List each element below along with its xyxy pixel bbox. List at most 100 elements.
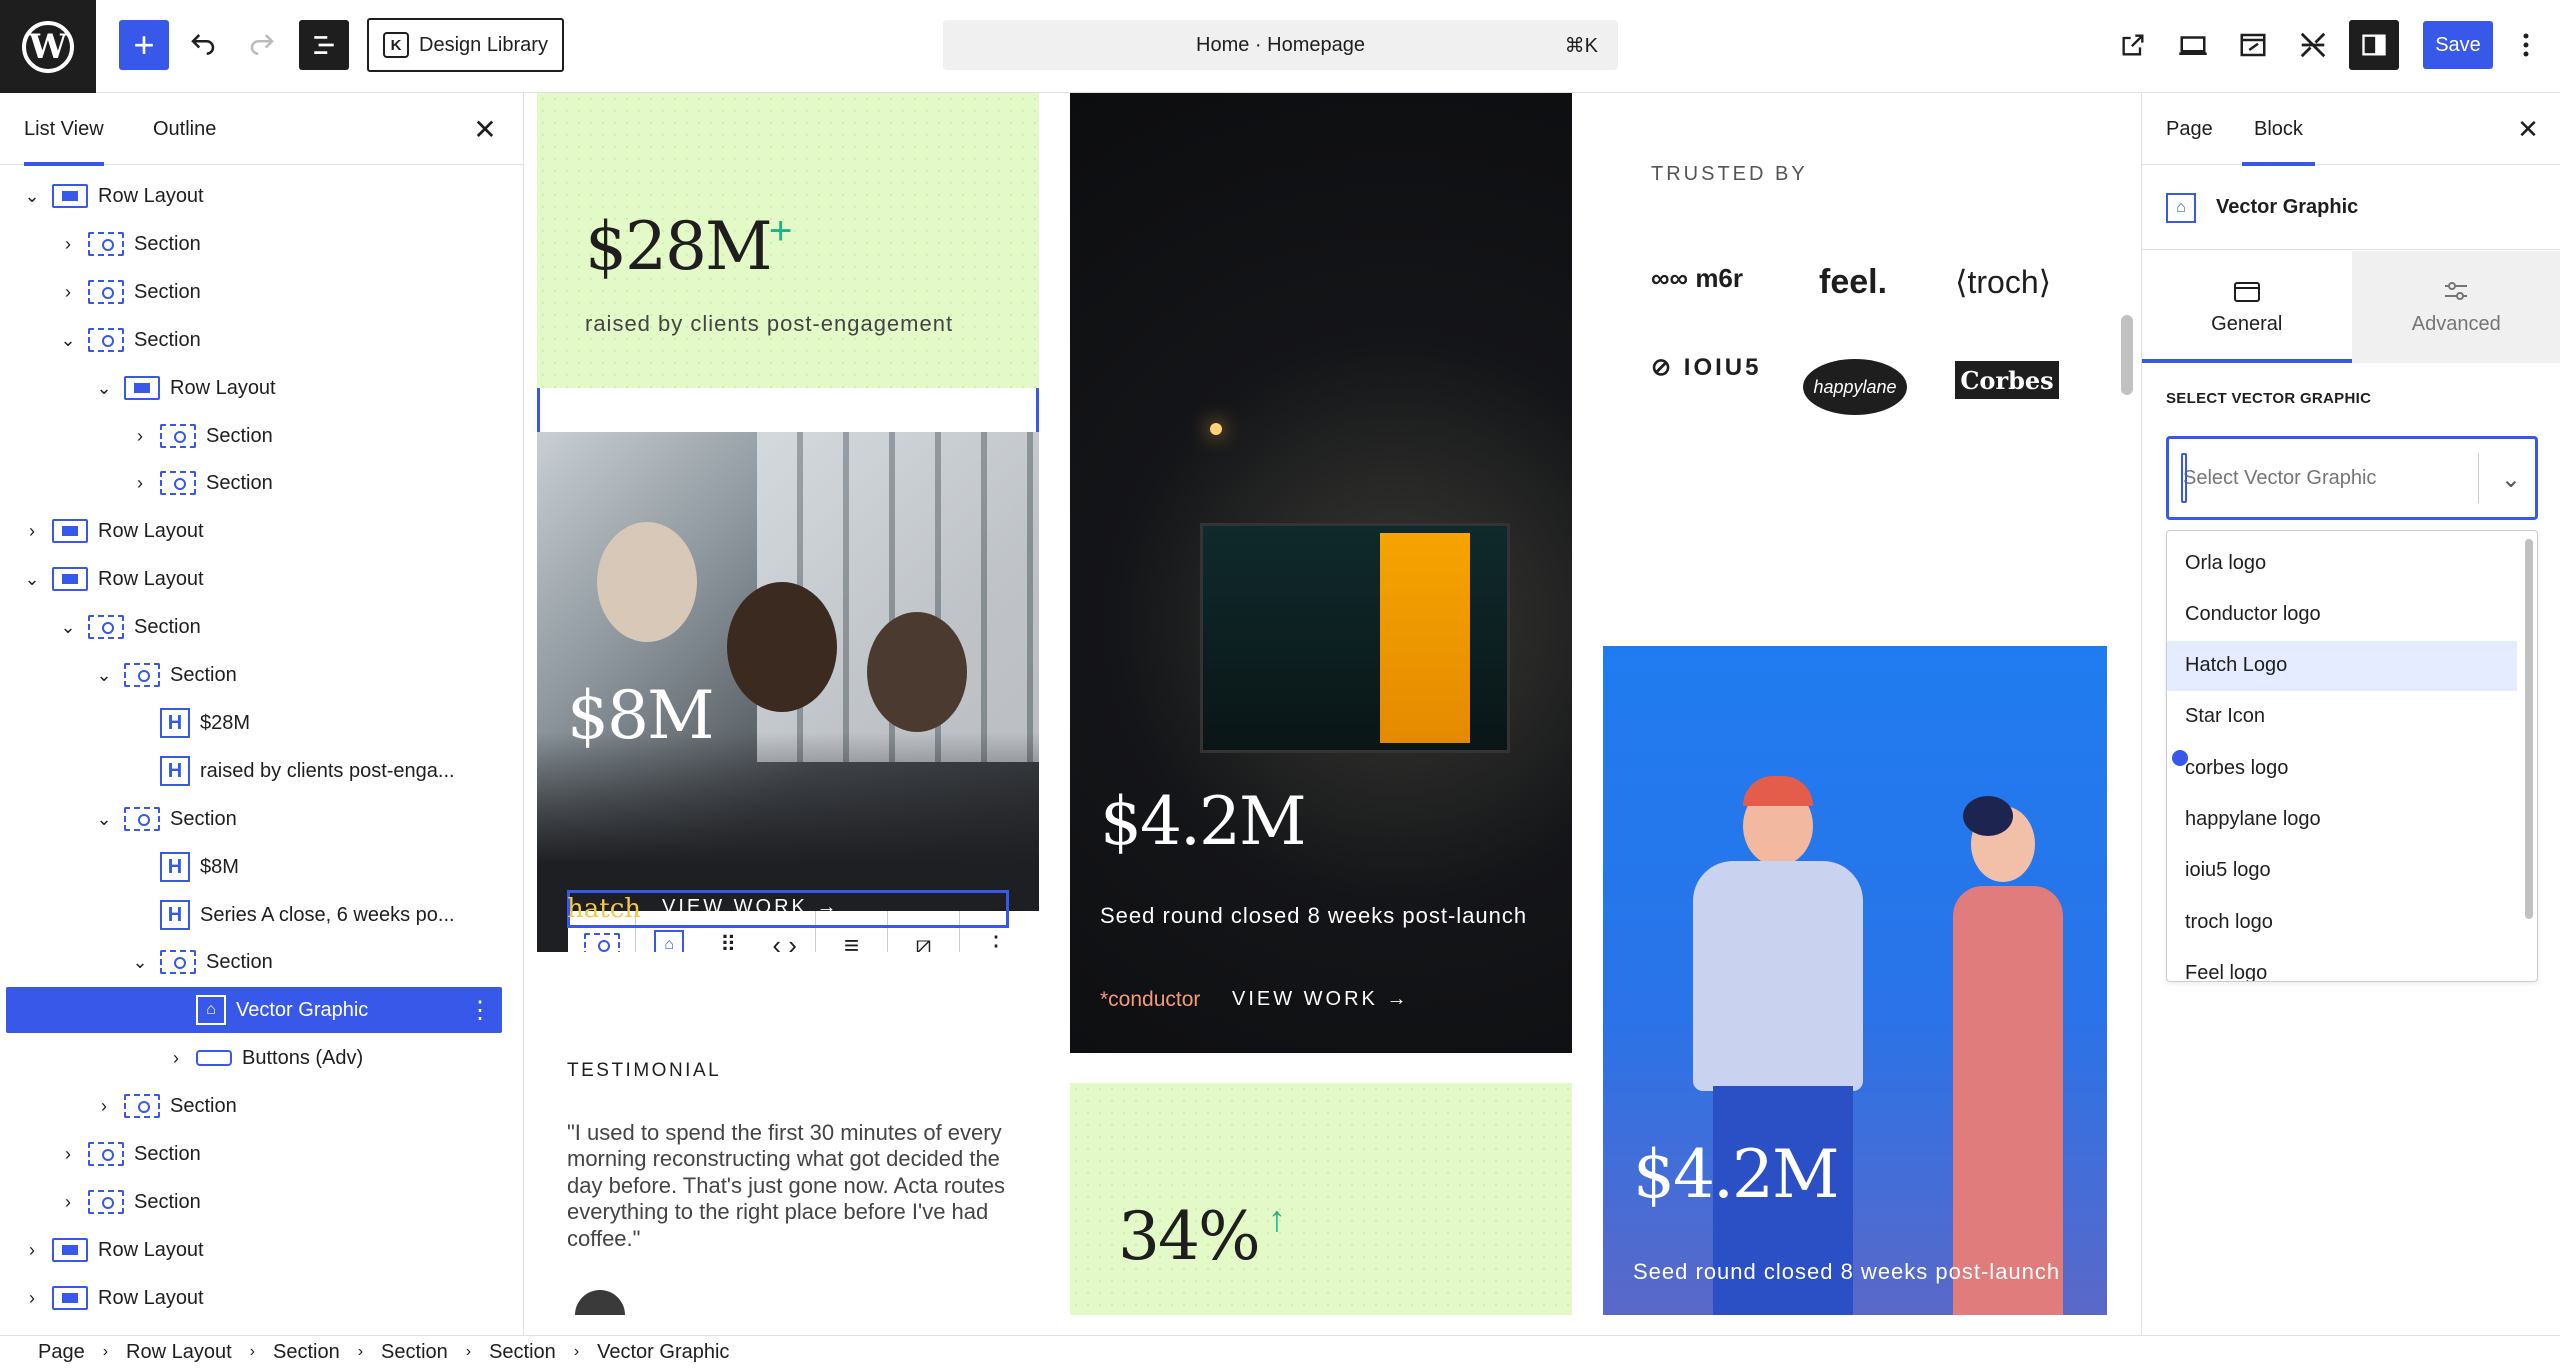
list-view-item[interactable]: Hraised by clients post-enga...	[6, 748, 502, 794]
close-list-view-button[interactable]: ✕	[467, 111, 503, 147]
chevron-down-icon[interactable]: ⌄	[94, 378, 114, 398]
chevron-right-icon[interactable]: ›	[58, 1144, 78, 1164]
stat-card-28m[interactable]: $28M + raised by clients post-engagement	[537, 93, 1039, 388]
tab-page[interactable]: Page	[2166, 93, 2213, 165]
select-option[interactable]: Orla logo	[2167, 538, 2517, 588]
drag-handle-icon[interactable]: ⠿	[720, 932, 736, 952]
kadence-controls-button[interactable]	[2288, 20, 2338, 70]
breadcrumb-item[interactable]: Row Layout	[126, 1341, 232, 1364]
list-view-item[interactable]: ⌄ Section	[6, 317, 502, 363]
move-left-right-icon[interactable]: ‹ ›	[772, 930, 797, 953]
view-work-link[interactable]: VIEW WORK →	[662, 896, 839, 919]
illustration-card[interactable]: $4.2M Seed round closed 8 weeks post-lau…	[1603, 646, 2107, 1315]
item-options-icon[interactable]: ⋮	[468, 996, 492, 1025]
select-option[interactable]: Star Icon	[2167, 692, 2517, 742]
breadcrumb-item[interactable]: Section	[489, 1341, 556, 1364]
chevron-down-icon[interactable]: ⌄	[94, 809, 114, 829]
list-view-item[interactable]: › Section	[6, 269, 502, 315]
stat-card-34[interactable]: 34% ↑	[1070, 1083, 1572, 1315]
document-overview-button[interactable]	[299, 20, 349, 70]
options-menu-button[interactable]	[2501, 20, 2551, 70]
chevron-down-icon[interactable]: ⌄	[22, 186, 42, 206]
select-option[interactable]: Hatch Logo	[2167, 640, 2517, 691]
list-view-item[interactable]: ⌄ Row Layout	[6, 365, 502, 411]
chevron-down-icon[interactable]: ⌄	[58, 330, 78, 350]
list-view-item[interactable]: › Section	[6, 1179, 502, 1225]
list-view-item[interactable]: H $28M	[6, 700, 502, 746]
chevron-right-icon[interactable]: ›	[58, 282, 78, 302]
select-option[interactable]: Conductor logo	[2167, 589, 2517, 639]
tab-block[interactable]: Block	[2242, 93, 2315, 166]
block-icon	[196, 1050, 232, 1066]
block-card: ⌂ Vector Graphic	[2142, 166, 2560, 250]
chevron-right-icon[interactable]: ›	[130, 473, 150, 493]
save-button[interactable]: Save	[2423, 21, 2493, 69]
list-view-item[interactable]: ⌄ Row Layout	[6, 173, 502, 219]
chevron-down-icon[interactable]: ⌄	[94, 665, 114, 685]
style-book-button[interactable]	[2228, 20, 2278, 70]
chevron-right-icon[interactable]: ›	[58, 234, 78, 254]
select-option[interactable]: troch logo	[2167, 897, 2517, 947]
breadcrumb-item[interactable]: Page	[38, 1341, 85, 1364]
list-view-item[interactable]: ⌄ Section	[6, 939, 502, 985]
chevron-right-icon[interactable]: ›	[22, 1288, 42, 1308]
list-view-item[interactable]: ⌄ Row Layout	[6, 556, 502, 602]
breadcrumb-item[interactable]: Section	[273, 1341, 340, 1364]
chevron-right-icon[interactable]: ›	[130, 426, 150, 446]
select-option[interactable]: happylane logo	[2167, 795, 2517, 845]
list-view-item[interactable]: › Buttons (Adv)	[6, 1035, 502, 1081]
list-view-item[interactable]: › Section	[6, 221, 502, 267]
view-work-link[interactable]: VIEW WORK →	[1232, 988, 1409, 1011]
chevron-right-icon[interactable]: ›	[58, 1192, 78, 1212]
list-view-item[interactable]: › Section	[6, 1131, 502, 1177]
list-view-item[interactable]: H Series A close, 6 weeks po...	[6, 892, 502, 938]
chevron-down-icon[interactable]: ⌄	[22, 569, 42, 589]
list-view-item[interactable]: › Section	[6, 413, 502, 459]
chevron-right-icon[interactable]: ›	[22, 521, 42, 541]
chevron-down-icon[interactable]: ⌄	[2501, 465, 2521, 494]
undo-button[interactable]	[178, 20, 228, 70]
design-library-button[interactable]: K Design Library	[367, 18, 564, 72]
tab-general[interactable]: General	[2142, 251, 2352, 363]
section-block-icon	[124, 663, 160, 687]
list-view-item[interactable]: › Section	[6, 1083, 502, 1129]
chevron-right-icon[interactable]: ›	[22, 1240, 42, 1260]
dropdown-scrollbar[interactable]	[2525, 539, 2533, 919]
wordpress-logo-button[interactable]: W	[0, 0, 96, 93]
select-option[interactable]: Feel logo	[2167, 948, 2517, 981]
bus-stop-photo-card[interactable]: $4.2M Seed round closed 8 weeks post-lau…	[1070, 93, 1572, 1053]
settings-sidebar-toggle[interactable]	[2349, 20, 2399, 70]
add-block-button[interactable]: +	[119, 20, 169, 70]
list-view-item[interactable]: ⌂ Vector Graphic ⋮	[6, 987, 502, 1033]
list-view-item[interactable]: › Row Layout	[6, 508, 502, 554]
vector-graphic-select[interactable]: Select Vector Graphic ⌄	[2166, 436, 2538, 520]
chevron-down-icon[interactable]: ⌄	[58, 617, 78, 637]
tab-advanced[interactable]: Advanced	[2351, 251, 2560, 363]
select-option[interactable]: ioiu5 logo	[2167, 846, 2517, 896]
chevron-right-icon[interactable]: ›	[166, 1048, 186, 1068]
list-view-item[interactable]: H $8M	[6, 844, 502, 890]
chevron-right-icon[interactable]: ›	[94, 1096, 114, 1116]
chevron-down-icon[interactable]: ⌄	[130, 952, 150, 972]
list-view-item[interactable]: › Row Layout	[6, 1227, 502, 1273]
view-page-button[interactable]	[2108, 20, 2158, 70]
tab-outline[interactable]: Outline	[153, 93, 216, 165]
breadcrumb-item[interactable]: Vector Graphic	[597, 1341, 729, 1364]
canvas-vertical-scrollbar[interactable]	[2121, 315, 2133, 395]
breadcrumb-item[interactable]: Section	[381, 1341, 448, 1364]
list-view-item[interactable]: › Row Layout	[6, 1275, 502, 1321]
list-view-item[interactable]: ⌄ Section	[6, 604, 502, 650]
close-settings-button[interactable]: ✕	[2510, 111, 2546, 147]
tab-list-view[interactable]: List View	[24, 93, 104, 166]
list-view-item[interactable]: ⌄ Section	[6, 796, 502, 842]
list-view-item-label: Section	[134, 1190, 201, 1213]
select-option[interactable]: corbes logo	[2167, 743, 2517, 793]
list-view-item-label: $8M	[200, 855, 239, 878]
device-preview-button[interactable]	[2168, 20, 2218, 70]
team-photo-card[interactable]: $8M ⌂ ⠿ ‹ › ≡ ⧄ ⋮	[537, 432, 1039, 952]
vector-graphic-icon[interactable]: ⌂	[654, 930, 685, 952]
redo-button[interactable]	[237, 20, 287, 70]
list-view-item[interactable]: › Section	[6, 460, 502, 506]
list-view-item[interactable]: ⌄ Section	[6, 652, 502, 698]
command-palette-bar[interactable]: Home · Homepage ⌘K	[943, 20, 1618, 70]
